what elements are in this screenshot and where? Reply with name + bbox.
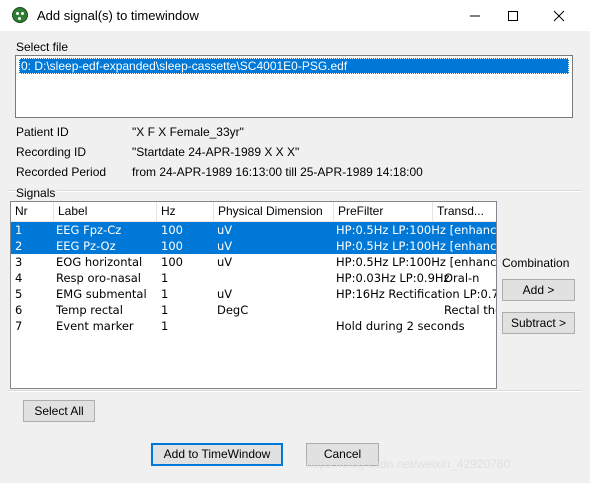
watermark-text: https://blog.csdn.net/weixin_42920780 — [306, 457, 511, 471]
cell-hz: 100 — [161, 255, 183, 269]
recording-id-label: Recording ID — [16, 145, 87, 159]
cell-hz: 1 — [161, 303, 169, 317]
cell-hz: 1 — [161, 319, 169, 333]
table-row[interactable]: 6 Temp rectal 1 DegC Rectal the — [11, 302, 496, 318]
close-button[interactable] — [536, 0, 582, 31]
cell-nr: 6 — [15, 303, 23, 317]
cell-label: EMG submental — [56, 287, 147, 301]
column-header-transducer[interactable]: Transd... — [433, 202, 496, 221]
file-list-item[interactable]: 0: D:\sleep-edf-expanded\sleep-cassette\… — [19, 58, 569, 74]
recording-id-value: "Startdate 24-APR-1989 X X X" — [132, 145, 300, 159]
table-row[interactable]: 3 EOG horizontal 100 uV HP:0.5Hz LP:100Hz [e… — [11, 254, 496, 270]
column-header-label[interactable]: Label — [54, 202, 157, 221]
column-header-nr[interactable]: Nr — [11, 202, 54, 221]
edfbrowser-app-icon — [12, 7, 28, 23]
title-bar: Add signal(s) to timewindow — [0, 0, 590, 31]
cell-transducer: Oral-n — [444, 271, 480, 285]
recorded-period-label: Recorded Period — [16, 165, 107, 179]
cell-physical-dimension: uV — [217, 287, 233, 301]
column-header-prefilter[interactable]: PreFilter — [334, 202, 433, 221]
table-row[interactable]: 4 Resp oro-nasal 1 HP:0.03Hz LP:0.9Hz Oral-n — [11, 270, 496, 286]
cell-label: EOG horizontal — [56, 255, 143, 269]
cell-nr: 2 — [15, 239, 23, 253]
cell-physical-dimension: uV — [217, 239, 233, 253]
cell-hz: 100 — [161, 239, 183, 253]
maximize-button[interactable] — [490, 0, 536, 31]
signals-label: Signals — [16, 186, 58, 200]
signals-table-header: Nr Label Hz Physical Dimension PreFilter… — [11, 202, 496, 222]
column-header-hz[interactable]: Hz — [157, 202, 214, 221]
window-title: Add signal(s) to timewindow — [37, 8, 199, 23]
cell-hz: 1 — [161, 271, 169, 285]
table-row[interactable]: 7 Event marker 1 Hold during 2 seconds — [11, 318, 496, 334]
table-row[interactable]: 2 EEG Pz-Oz 100 uV HP:0.5Hz LP:100Hz [enhanc — [11, 238, 496, 254]
cell-nr: 7 — [15, 319, 23, 333]
signals-table[interactable]: Nr Label Hz Physical Dimension PreFilter… — [10, 201, 497, 389]
cell-transducer — [444, 286, 496, 302]
separator — [8, 190, 582, 192]
table-row[interactable]: 5 EMG submental 1 uV HP:16Hz Rectification L… — [11, 286, 496, 302]
cell-physical-dimension — [217, 270, 333, 286]
add-to-timewindow-button[interactable]: Add to TimeWindow — [151, 443, 283, 466]
cell-hz: 1 — [161, 287, 169, 301]
table-row[interactable]: 1 EEG Fpz-Cz 100 uV HP:0.5Hz LP:100Hz [enhan… — [11, 222, 496, 238]
cell-physical-dimension: uV — [217, 255, 233, 269]
column-header-physical-dimension[interactable]: Physical Dimension — [214, 202, 334, 221]
cell-transducer — [444, 254, 496, 270]
separator — [8, 390, 582, 392]
cell-transducer — [444, 318, 496, 334]
subtract-signal-button[interactable]: Subtract > — [502, 312, 575, 334]
add-signal-button[interactable]: Add > — [502, 279, 575, 301]
cell-transducer — [444, 238, 496, 254]
cell-nr: 1 — [15, 223, 23, 237]
cell-physical-dimension: DegC — [217, 303, 249, 317]
file-list[interactable]: 0: D:\sleep-edf-expanded\sleep-cassette\… — [15, 55, 573, 118]
cell-nr: 4 — [15, 271, 23, 285]
select-all-button[interactable]: Select All — [23, 400, 95, 422]
cell-transducer — [444, 222, 496, 238]
patient-id-value: "X F X Female_33yr" — [132, 125, 244, 139]
cell-label: Event marker — [56, 319, 134, 333]
cell-nr: 5 — [15, 287, 23, 301]
combination-label: Combination — [502, 256, 570, 270]
select-file-label: Select file — [16, 40, 69, 54]
recorded-period-value: from 24-APR-1989 16:13:00 till 25-APR-19… — [132, 165, 423, 179]
cell-physical-dimension: uV — [217, 223, 233, 237]
cell-label: Resp oro-nasal — [56, 271, 141, 285]
close-icon — [553, 10, 565, 22]
cell-hz: 100 — [161, 223, 183, 237]
patient-id-label: Patient ID — [16, 125, 69, 139]
cell-nr: 3 — [15, 255, 23, 269]
cell-label: EEG Pz-Oz — [56, 239, 116, 253]
cell-physical-dimension — [217, 318, 333, 334]
maximize-icon — [508, 11, 518, 21]
cell-transducer: Rectal the — [444, 303, 496, 317]
cell-label: EEG Fpz-Cz — [56, 223, 122, 237]
cell-label: Temp rectal — [56, 303, 123, 317]
minimize-icon — [470, 15, 480, 17]
